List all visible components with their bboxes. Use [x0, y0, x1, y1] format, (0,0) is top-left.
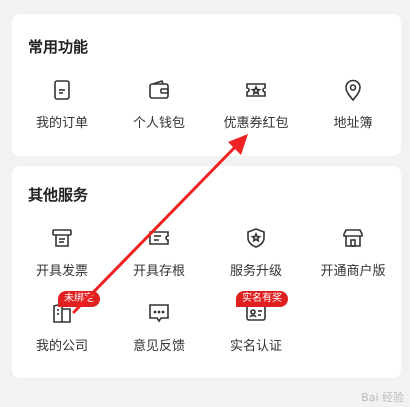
address-book-label: 地址簿: [333, 116, 373, 131]
wallet-button[interactable]: 个人钱包: [111, 78, 207, 131]
issue-stub-label: 开具存根: [132, 264, 185, 279]
wallet-label: 个人钱包: [132, 116, 185, 131]
merchant-version-button[interactable]: 开通商户版: [305, 226, 401, 279]
my-company-button[interactable]: 未绑定 我的公司: [14, 291, 110, 354]
feedback-label: 意见反馈: [132, 339, 185, 354]
issue-invoice-button[interactable]: 开具发票: [14, 226, 110, 279]
issue-stub-button[interactable]: 开具存根: [111, 226, 207, 279]
other-services-card: 其他服务 开具发票 开具存根 服务升级 开通商户版 未绑定 我的公司 意见反馈 …: [12, 166, 401, 378]
my-orders-label: 我的订单: [35, 116, 88, 131]
location-icon: [345, 79, 361, 102]
real-name-auth-label: 实名认证: [229, 339, 282, 354]
invoice-icon: [52, 229, 72, 247]
unbound-badge: 未绑定: [58, 291, 100, 307]
real-name-auth-button[interactable]: 实名有奖 实名认证: [208, 291, 304, 354]
wallet-icon: [149, 79, 169, 99]
service-upgrade-button[interactable]: 服务升级: [208, 226, 304, 279]
store-icon: [343, 229, 363, 247]
watermark: Bai 经验: [361, 391, 404, 404]
merchant-version-label: 开通商户版: [320, 264, 386, 279]
issue-invoice-label: 开具发票: [35, 264, 88, 279]
address-book-button[interactable]: 地址簿: [305, 78, 401, 131]
my-orders-button[interactable]: 我的订单: [14, 78, 110, 131]
feedback-icon: [149, 304, 169, 323]
common-functions-title: 常用功能: [28, 38, 89, 56]
coupon-label: 优惠券红包: [223, 116, 289, 131]
service-upgrade-label: 服务升级: [229, 264, 282, 279]
feedback-button[interactable]: 意见反馈: [111, 301, 207, 354]
real-name-reward-badge: 实名有奖: [236, 291, 288, 307]
my-company-label: 我的公司: [35, 339, 88, 354]
coupon-icon: [246, 83, 266, 97]
stub-icon: [149, 231, 169, 245]
upgrade-icon: [247, 228, 265, 248]
common-functions-card: 常用功能 我的订单 个人钱包 优惠券红包 地址簿: [12, 14, 401, 156]
other-services-title: 其他服务: [28, 186, 89, 204]
order-icon: [54, 80, 70, 100]
coupon-button[interactable]: 优惠券红包: [208, 78, 304, 131]
